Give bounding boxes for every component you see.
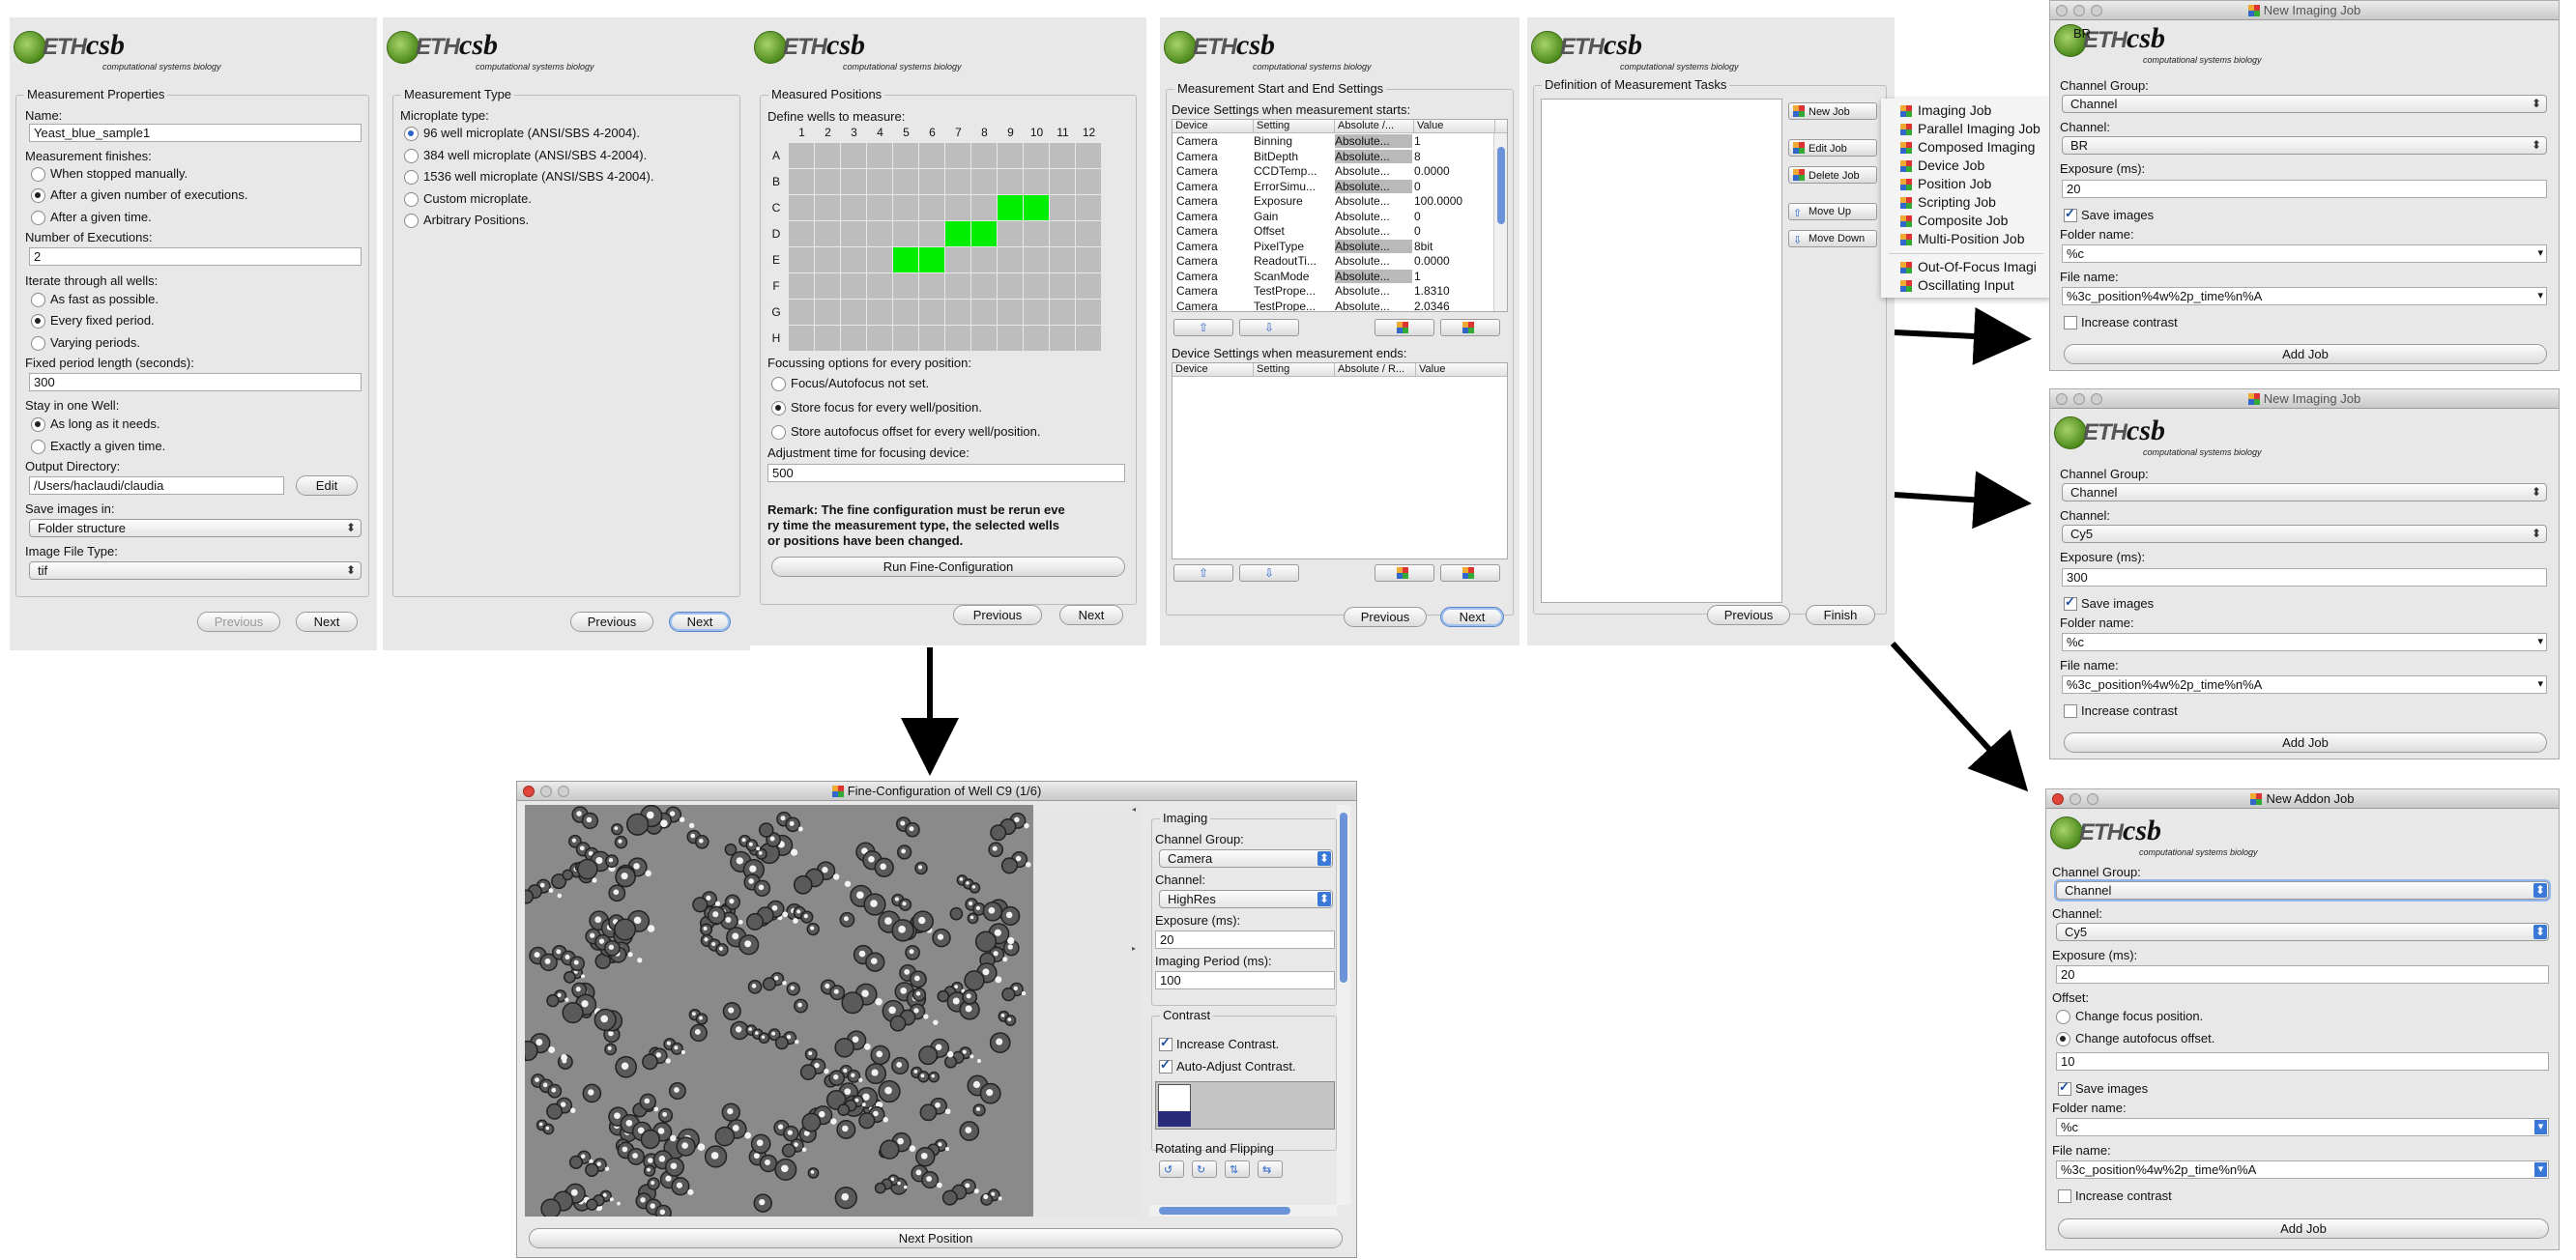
arrow-to-addon-job [1890,641,2029,792]
arrow-to-job1 [1894,307,2032,365]
flow-arrows [901,307,2032,792]
arrow-to-job2 [1894,471,2032,530]
